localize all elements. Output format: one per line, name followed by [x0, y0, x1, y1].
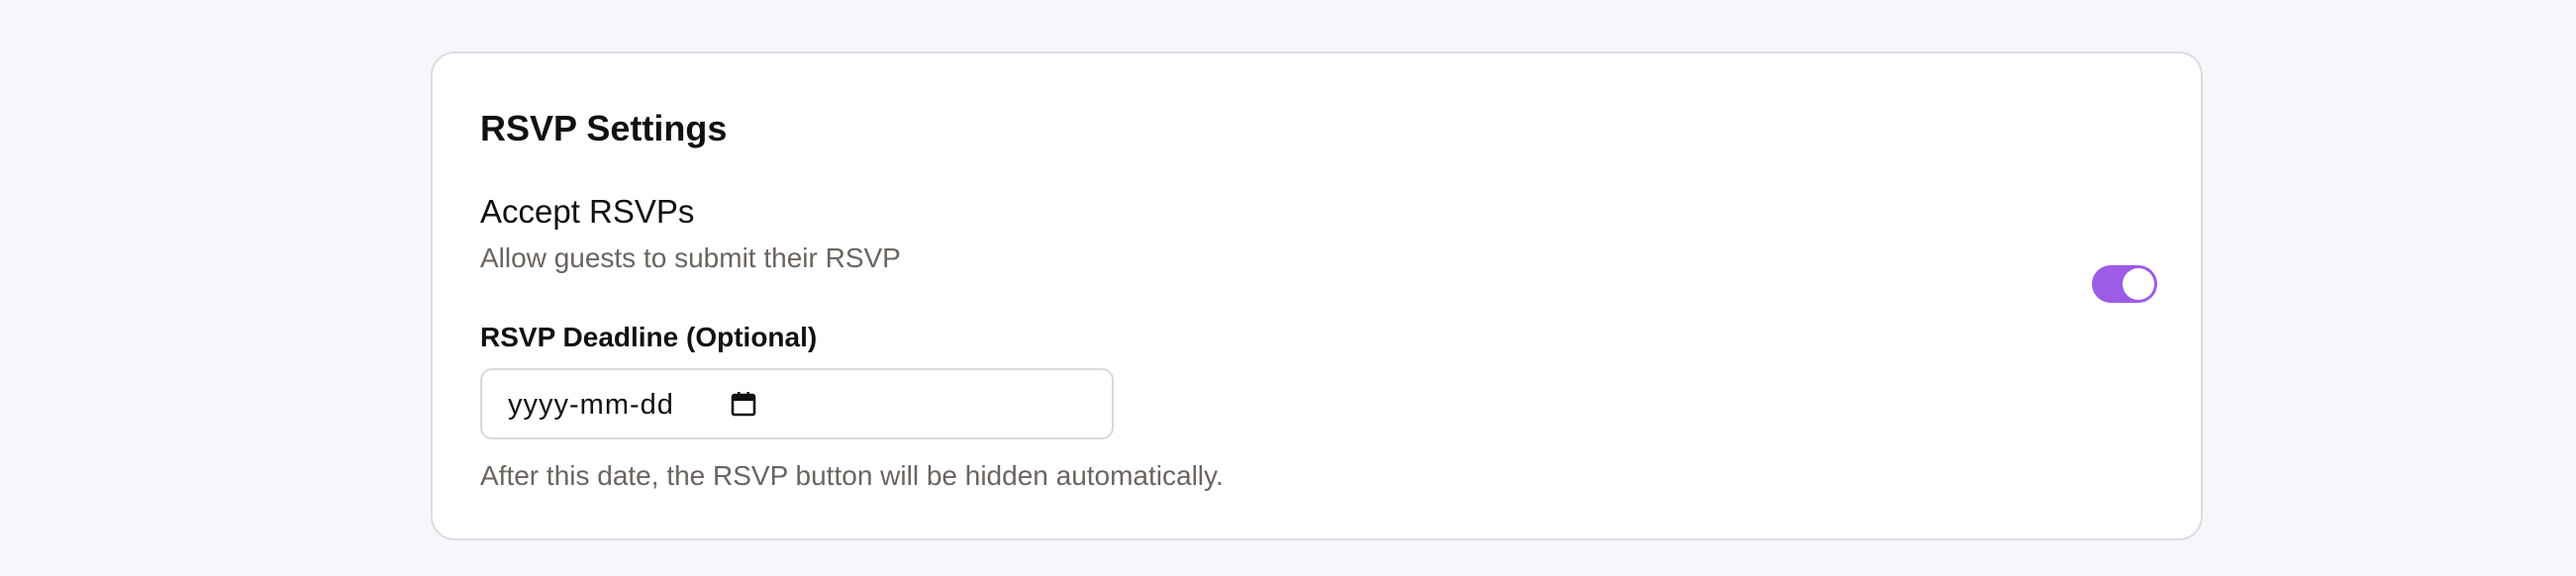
calendar-icon[interactable] — [730, 390, 757, 418]
date-placeholder: yyyy-mm-dd — [508, 389, 674, 421]
accept-rsvps-label: Accept RSVPs — [480, 193, 695, 230]
accept-rsvps-description: Allow guests to submit their RSVP — [480, 242, 901, 273]
rsvp-deadline-input[interactable]: yyyy-mm-dd — [480, 368, 1114, 439]
rsvp-deadline-label: RSVP Deadline (Optional) — [480, 322, 818, 352]
card-title: RSVP Settings — [480, 108, 728, 148]
rsvp-deadline-help: After this date, the RSVP button will be… — [480, 460, 1224, 491]
accept-rsvps-row: Accept RSVPs Allow guests to submit thei… — [480, 192, 2157, 311]
toggle-knob — [2123, 268, 2154, 300]
accept-rsvps-toggle[interactable] — [2092, 265, 2157, 303]
rsvp-settings-card: RSVP Settings Accept RSVPs Allow guests … — [431, 51, 2203, 540]
